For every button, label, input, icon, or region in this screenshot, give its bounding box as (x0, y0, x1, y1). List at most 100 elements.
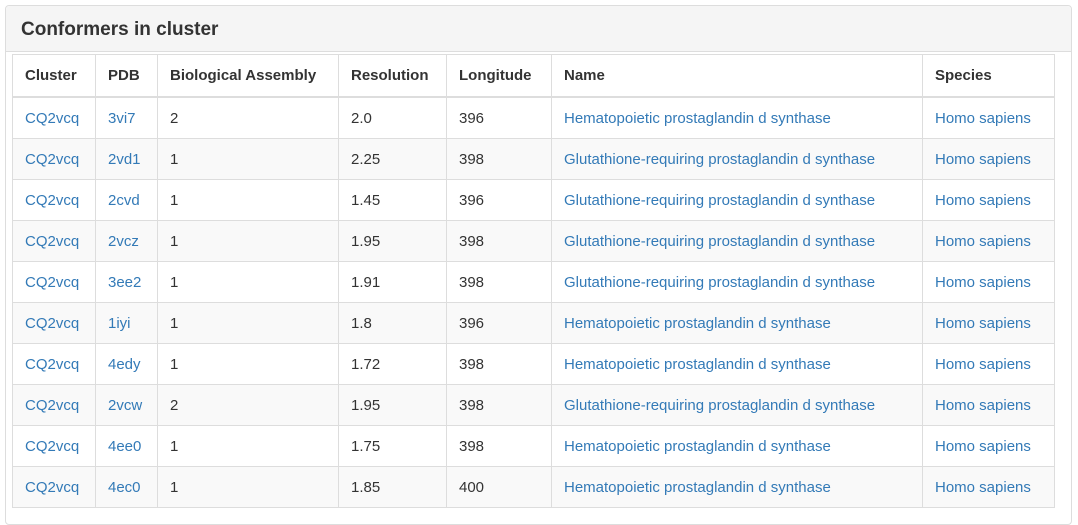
cell-biological-assembly: 1 (170, 355, 179, 373)
cell-longitude: 398 (459, 232, 485, 250)
table-row: CQ2vcq 2vcz 1 1.95 398 Glutathione-requiring … (12, 220, 1055, 262)
cell-pdb-link[interactable]: 2vcz (108, 233, 139, 250)
cell-species-link[interactable]: Homo sapiens (935, 356, 1031, 373)
cell-pdb-link[interactable]: 4edy (108, 356, 141, 373)
cell-pdb-link[interactable]: 2vcw (108, 397, 142, 414)
table-cell-cluster: CQ2vcq (12, 138, 96, 180)
cell-species-link[interactable]: Homo sapiens (935, 315, 1031, 332)
table-cell-species: Homo sapiens (922, 179, 1055, 221)
table-row: CQ2vcq 4edy 1 1.72 398 Hematopoietic prostagl… (12, 343, 1055, 385)
cell-pdb-link[interactable]: 4ec0 (108, 479, 141, 496)
cell-species-link[interactable]: Homo sapiens (935, 438, 1031, 455)
table-cell-cluster: CQ2vcq (12, 425, 96, 467)
table-cell-cluster: CQ2vcq (12, 384, 96, 426)
table-cell-pdb: 3vi7 (95, 96, 158, 139)
table-cell-pdb: 1iyi (95, 302, 158, 344)
header-name: Name (551, 54, 923, 98)
cell-cluster-link[interactable]: CQ2vcq (25, 192, 79, 209)
table-cell-name: Glutathione-requiring prostaglandin d sy… (551, 220, 923, 262)
table-cell-species: Homo sapiens (922, 96, 1055, 139)
cell-name-link[interactable]: Glutathione-requiring prostaglandin d sy… (564, 233, 875, 250)
table-row: CQ2vcq 2cvd 1 1.45 396 Glutathione-requiring … (12, 179, 1055, 221)
panel-title: Conformers in cluster (21, 18, 219, 40)
table-cell-name: Glutathione-requiring prostaglandin d sy… (551, 179, 923, 221)
cell-biological-assembly: 1 (170, 273, 179, 291)
cell-species-link[interactable]: Homo sapiens (935, 233, 1031, 250)
cell-species-link[interactable]: Homo sapiens (935, 110, 1031, 127)
table-cell-longitude: 398 (446, 384, 552, 426)
cell-name-link[interactable]: Hematopoietic prostaglandin d synthase (564, 438, 831, 455)
cell-name-link[interactable]: Glutathione-requiring prostaglandin d sy… (564, 192, 875, 209)
cell-cluster-link[interactable]: CQ2vcq (25, 356, 79, 373)
cell-name-link[interactable]: Glutathione-requiring prostaglandin d sy… (564, 397, 875, 414)
cell-cluster-link[interactable]: CQ2vcq (25, 479, 79, 496)
cell-species-link[interactable]: Homo sapiens (935, 397, 1031, 414)
cell-name-link[interactable]: Hematopoietic prostaglandin d synthase (564, 110, 831, 127)
cell-species-link[interactable]: Homo sapiens (935, 151, 1031, 168)
cell-longitude: 398 (459, 273, 485, 291)
cell-longitude: 398 (459, 437, 485, 455)
table-cell-longitude: 396 (446, 302, 552, 344)
header-longitude: Longitude (446, 54, 552, 98)
table-cell-resolution: 1.45 (338, 179, 447, 221)
cell-biological-assembly: 1 (170, 150, 179, 168)
table-row: CQ2vcq 2vcw 2 1.95 398 Glutathione-requiring … (12, 384, 1055, 426)
table-cell-species: Homo sapiens (922, 466, 1055, 508)
table-row: CQ2vcq 2vd1 1 2.25 398 Glutathione-requiring … (12, 138, 1055, 180)
table-row: CQ2vcq 3ee2 1 1.91 398 Glutathione-requiring … (12, 261, 1055, 303)
cell-longitude: 396 (459, 109, 485, 127)
table-cell-species: Homo sapiens (922, 261, 1055, 303)
table-cell-species: Homo sapiens (922, 384, 1055, 426)
header-resolution: Resolution (338, 54, 447, 98)
cell-cluster-link[interactable]: CQ2vcq (25, 397, 79, 414)
cell-cluster-link[interactable]: CQ2vcq (25, 438, 79, 455)
cell-species-link[interactable]: Homo sapiens (935, 479, 1031, 496)
cell-pdb-link[interactable]: 2cvd (108, 192, 140, 209)
cell-name-link[interactable]: Glutathione-requiring prostaglandin d sy… (564, 274, 875, 291)
cell-biological-assembly: 1 (170, 478, 179, 496)
table-cell-name: Glutathione-requiring prostaglandin d sy… (551, 384, 923, 426)
conformers-table: Cluster PDB Biological Assembly Resoluti… (12, 54, 1055, 508)
table-cell-species: Homo sapiens (922, 302, 1055, 344)
cell-cluster-link[interactable]: CQ2vcq (25, 315, 79, 332)
cell-name-link[interactable]: Hematopoietic prostaglandin d synthase (564, 479, 831, 496)
cell-cluster-link[interactable]: CQ2vcq (25, 233, 79, 250)
cell-species-link[interactable]: Homo sapiens (935, 192, 1031, 209)
table-cell-assembly: 1 (157, 343, 339, 385)
header-biological-assembly: Biological Assembly (157, 54, 339, 98)
table-cell-longitude: 398 (446, 425, 552, 467)
cell-resolution: 1.75 (351, 437, 381, 455)
table-cell-resolution: 2.0 (338, 96, 447, 139)
cell-species-link[interactable]: Homo sapiens (935, 274, 1031, 291)
cell-pdb-link[interactable]: 3vi7 (108, 110, 136, 127)
cell-longitude: 396 (459, 191, 485, 209)
table-row: CQ2vcq 1iyi 1 1.8 396 Hematopoietic prostagla… (12, 302, 1055, 344)
table-cell-assembly: 2 (157, 384, 339, 426)
cell-biological-assembly: 1 (170, 314, 179, 332)
cell-pdb-link[interactable]: 2vd1 (108, 151, 141, 168)
table-cell-cluster: CQ2vcq (12, 96, 96, 139)
table-cell-species: Homo sapiens (922, 343, 1055, 385)
table-cell-pdb: 2cvd (95, 179, 158, 221)
cell-pdb-link[interactable]: 1iyi (108, 315, 131, 332)
cell-name-link[interactable]: Hematopoietic prostaglandin d synthase (564, 315, 831, 332)
cell-longitude: 396 (459, 314, 485, 332)
cell-pdb-link[interactable]: 3ee2 (108, 274, 141, 291)
table-body: CQ2vcq 3vi7 2 2.0 396 Hematopoietic prostagla… (12, 96, 1055, 508)
table-cell-assembly: 1 (157, 179, 339, 221)
table-cell-name: Hematopoietic prostaglandin d synthase (551, 343, 923, 385)
cell-name-link[interactable]: Glutathione-requiring prostaglandin d sy… (564, 151, 875, 168)
cell-name-link[interactable]: Hematopoietic prostaglandin d synthase (564, 356, 831, 373)
table-cell-name: Hematopoietic prostaglandin d synthase (551, 302, 923, 344)
cell-cluster-link[interactable]: CQ2vcq (25, 110, 79, 127)
conformers-table-wrapper: Cluster PDB Biological Assembly Resoluti… (12, 54, 1055, 508)
header-pdb: PDB (95, 54, 158, 98)
cell-biological-assembly: 2 (170, 109, 179, 127)
cell-cluster-link[interactable]: CQ2vcq (25, 151, 79, 168)
cell-resolution: 1.95 (351, 232, 381, 250)
cell-pdb-link[interactable]: 4ee0 (108, 438, 141, 455)
cell-cluster-link[interactable]: CQ2vcq (25, 274, 79, 291)
table-cell-resolution: 1.95 (338, 384, 447, 426)
table-cell-cluster: CQ2vcq (12, 466, 96, 508)
cell-biological-assembly: 1 (170, 437, 179, 455)
